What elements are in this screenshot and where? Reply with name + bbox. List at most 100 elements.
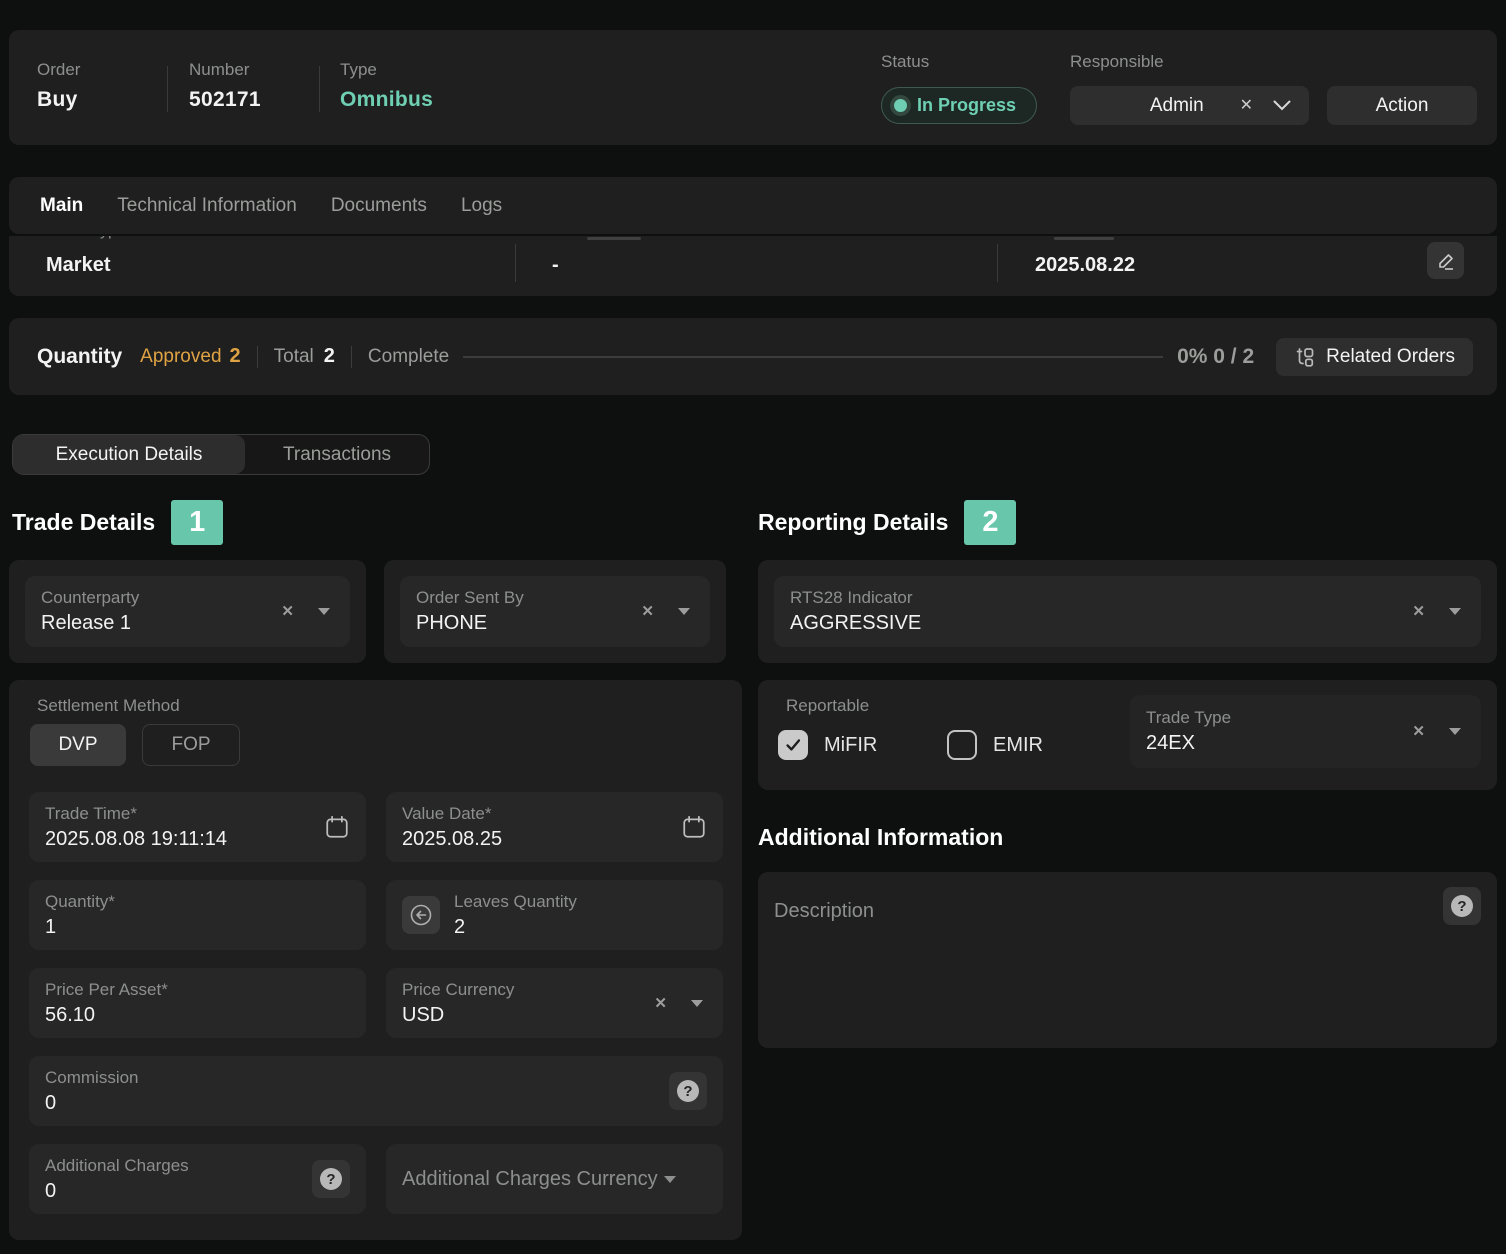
check-icon — [783, 735, 803, 755]
order-type-stat: Type Omnibus — [340, 60, 433, 112]
trade-time-field[interactable]: Trade Time* 2025.08.08 19:11:14 — [29, 792, 366, 862]
description-input[interactable]: Description — [774, 900, 874, 923]
row-col2-value: - — [552, 254, 559, 277]
chevron-down-icon[interactable] — [664, 1176, 676, 1183]
chevron-down-icon[interactable] — [678, 608, 690, 615]
trade-type-value: 24EX — [1146, 732, 1412, 755]
value-date-field[interactable]: Value Date* 2025.08.25 — [386, 792, 723, 862]
clipped-label-fragment: Order Type — [46, 236, 146, 241]
chevron-down-icon[interactable] — [691, 1000, 703, 1007]
chevron-down-icon[interactable] — [1273, 100, 1291, 111]
clear-icon[interactable]: ✕ — [1412, 724, 1425, 739]
subtab-transactions[interactable]: Transactions — [245, 435, 429, 474]
pencil-icon — [1436, 251, 1456, 271]
clear-icon[interactable]: ✕ — [1240, 98, 1253, 114]
number-label: Number — [189, 60, 261, 80]
responsible-select[interactable]: Admin ✕ — [1070, 86, 1309, 125]
description-card: Description ? — [758, 872, 1497, 1048]
reportable-label: Reportable — [786, 696, 869, 716]
price-currency-select[interactable]: Price Currency USD ✕ — [386, 968, 723, 1038]
clipped-label-fragment — [587, 237, 641, 240]
order-type-value: Market — [46, 254, 110, 277]
mifir-checkbox[interactable] — [778, 730, 808, 760]
chevron-down-icon[interactable] — [1449, 608, 1461, 615]
question-icon: ? — [677, 1080, 699, 1102]
related-orders-label: Related Orders — [1326, 346, 1455, 368]
help-button[interactable]: ? — [312, 1160, 350, 1198]
additional-information-heading: Additional Information — [758, 824, 1003, 851]
order-sent-by-label: Order Sent By — [416, 588, 641, 608]
help-button[interactable]: ? — [1443, 887, 1481, 925]
trade-details-heading: Trade Details 1 — [12, 500, 223, 545]
related-orders-button[interactable]: Related Orders — [1276, 338, 1473, 376]
order-page: Order Buy Number 502171 Type Omnibus Sta… — [0, 0, 1506, 1254]
clear-icon[interactable]: ✕ — [281, 604, 294, 619]
reportable-card: Reportable MiFIR EMIR Trade Type 24EX ✕ — [758, 680, 1497, 790]
quantity-field[interactable]: Quantity* 1 — [29, 880, 366, 950]
counterparty-value: Release 1 — [41, 612, 281, 635]
chevron-down-icon[interactable] — [1449, 728, 1461, 735]
status-label: Status — [881, 52, 929, 72]
emir-checkbox[interactable] — [947, 730, 977, 760]
subtab-execution-details[interactable]: Execution Details — [13, 435, 245, 474]
action-button-label: Action — [1376, 95, 1429, 117]
row-divider — [515, 244, 516, 282]
order-sent-by-select[interactable]: Order Sent By PHONE ✕ — [400, 576, 710, 647]
chevron-down-icon[interactable] — [318, 608, 330, 615]
question-icon: ? — [1451, 895, 1473, 917]
clipped-label-fragment — [1054, 237, 1114, 240]
calendar-icon[interactable] — [324, 814, 350, 840]
rts28-value: AGGRESSIVE — [790, 612, 1412, 635]
row-divider — [997, 244, 998, 282]
complete-label: Complete — [368, 346, 449, 368]
calendar-icon[interactable] — [681, 814, 707, 840]
order-sent-by-value: PHONE — [416, 612, 641, 635]
tab-main[interactable]: Main — [40, 195, 83, 217]
progress-track — [463, 356, 1163, 358]
settlement-dvp-button[interactable]: DVP — [30, 724, 126, 766]
tab-technical-information[interactable]: Technical Information — [117, 195, 297, 217]
additional-charges-field[interactable]: Additional Charges 0 ? — [29, 1144, 366, 1214]
mifir-checkbox-row[interactable]: MiFIR — [778, 730, 877, 760]
settlement-fop-button[interactable]: FOP — [142, 724, 240, 766]
number-value: 502171 — [189, 88, 261, 112]
detail-subtabs: Execution Details Transactions — [12, 434, 430, 475]
trade-type-select[interactable]: Trade Type 24EX ✕ — [1130, 695, 1481, 768]
approved-stat: Approved2 — [140, 345, 240, 368]
order-value: Buy — [37, 88, 80, 112]
question-icon: ? — [320, 1168, 342, 1190]
counterparty-select[interactable]: Counterparty Release 1 ✕ — [25, 576, 350, 647]
step-badge-2: 2 — [964, 500, 1016, 545]
edit-button[interactable] — [1427, 242, 1464, 279]
additional-charges-currency-placeholder: Additional Charges Currency — [402, 1168, 658, 1191]
additional-charges-currency-select[interactable]: Additional Charges Currency — [386, 1144, 723, 1214]
emir-label: EMIR — [993, 734, 1043, 757]
order-label: Order — [37, 60, 80, 80]
clear-icon[interactable]: ✕ — [641, 604, 654, 619]
action-button[interactable]: Action — [1327, 86, 1477, 125]
arrow-left-circle-icon — [408, 902, 434, 928]
row-date-value: 2025.08.22 — [1035, 254, 1135, 277]
header-divider — [167, 66, 168, 112]
rts28-label: RTS28 Indicator — [790, 588, 1412, 608]
help-button[interactable]: ? — [669, 1072, 707, 1110]
step-badge-1: 1 — [171, 500, 223, 545]
total-stat: Total2 — [274, 345, 335, 368]
emir-checkbox-row[interactable]: EMIR — [947, 730, 1043, 760]
trade-type-label: Trade Type — [1146, 708, 1412, 728]
order-side-stat: Order Buy — [37, 60, 80, 112]
stat-divider — [351, 346, 352, 368]
clear-icon[interactable]: ✕ — [1412, 604, 1425, 619]
tab-documents[interactable]: Documents — [331, 195, 427, 217]
rts28-select[interactable]: RTS28 Indicator AGGRESSIVE ✕ — [774, 576, 1481, 647]
tab-logs[interactable]: Logs — [461, 195, 502, 217]
price-per-asset-field[interactable]: Price Per Asset* 56.10 — [29, 968, 366, 1038]
commission-field[interactable]: Commission 0 ? — [29, 1056, 723, 1126]
type-label: Type — [340, 60, 433, 80]
copy-left-button[interactable] — [402, 896, 440, 934]
counterparty-label: Counterparty — [41, 588, 281, 608]
header-divider — [319, 66, 320, 112]
responsible-label: Responsible — [1070, 52, 1164, 72]
clear-icon[interactable]: ✕ — [654, 996, 667, 1011]
settlement-method-label: Settlement Method — [37, 696, 180, 716]
